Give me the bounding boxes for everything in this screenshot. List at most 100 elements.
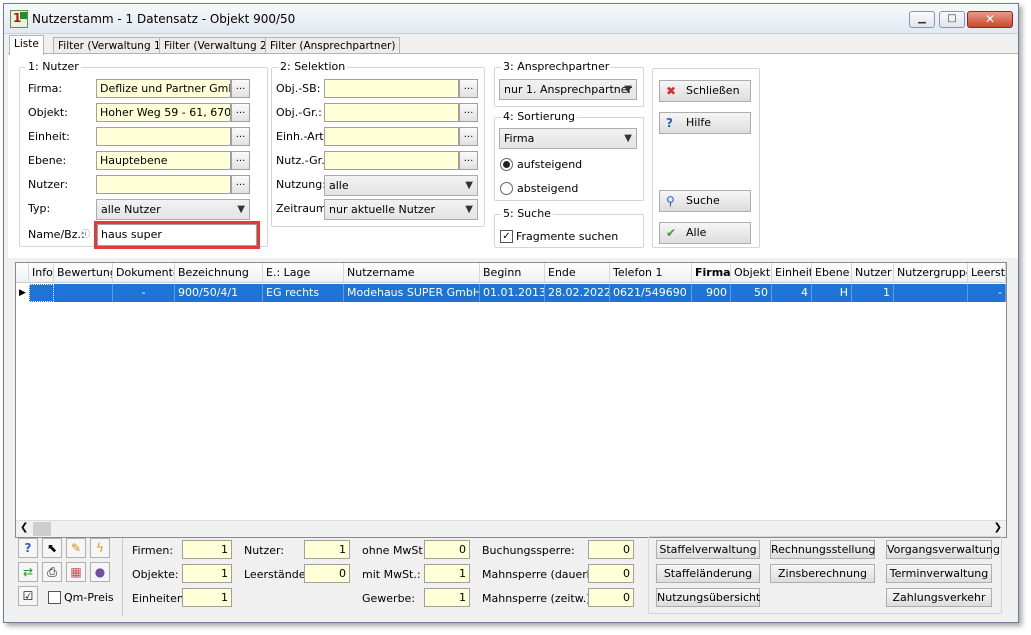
zeitraum-select[interactable]: nur aktuelle Nutzer ▼	[324, 199, 478, 220]
nutzungsuebersicht-button[interactable]: Nutzungsübersicht	[656, 588, 760, 607]
minimize-button[interactable]: ▁	[909, 11, 935, 28]
staffelverwaltung-button[interactable]: Staffelverwaltung	[656, 540, 760, 559]
column-header[interactable]: Nutzergruppe	[894, 263, 968, 283]
column-header[interactable]: Info	[29, 263, 54, 283]
nutzgr-browse-button[interactable]: ...	[459, 151, 478, 170]
column-header[interactable]: Bezeichnung	[175, 263, 263, 283]
typ-select[interactable]: alle Nutzer ▼	[96, 199, 250, 220]
cell-ende[interactable]: 28.02.2022	[545, 284, 610, 302]
ohne-mwst-label: ohne MwSt.:	[362, 544, 430, 557]
ebene-browse-button[interactable]: ...	[231, 151, 250, 170]
objsb-browse-button[interactable]: ...	[459, 79, 478, 98]
column-header[interactable]: Ende	[545, 263, 610, 283]
objgr-browse-button[interactable]: ...	[459, 103, 478, 122]
help-icon[interactable]: ?	[18, 538, 38, 558]
ansprechpartner-select[interactable]: nur 1. Ansprechpartner ▼	[499, 79, 637, 100]
aufsteigend-radio[interactable]	[500, 158, 513, 171]
nutzer-count-label: Nutzer:	[244, 544, 285, 557]
cell-objekt[interactable]: 50	[731, 284, 772, 302]
nutzer-field[interactable]	[96, 175, 231, 194]
cell-nutzer[interactable]: 1	[852, 284, 894, 302]
nutzgr-field[interactable]	[324, 151, 459, 170]
printer-icon[interactable]: ⎙	[42, 562, 62, 582]
tab-filter-ansprechpartner[interactable]: Filter (Ansprechpartner)	[265, 37, 401, 54]
objekt-browse-button[interactable]: ...	[231, 103, 250, 122]
schliessen-button[interactable]: ✖ Schließen	[659, 80, 751, 102]
column-header[interactable]: Einheit	[772, 263, 812, 283]
nutzer-browse-button[interactable]: ...	[231, 175, 250, 194]
einhart-label: Einh.-Art:	[276, 130, 328, 143]
checkbox-icon[interactable]: ☑	[18, 586, 38, 606]
column-header[interactable]: Leersta	[968, 263, 1006, 283]
einhart-browse-button[interactable]: ...	[459, 127, 478, 146]
chart-icon[interactable]: ▦	[66, 562, 86, 582]
cell-lage[interactable]: EG rechts	[263, 284, 344, 302]
cell-einheit[interactable]: 4	[772, 284, 812, 302]
einhart-field[interactable]	[324, 127, 459, 146]
cell-nutzername[interactable]: Modehaus SUPER GmbH	[344, 284, 480, 302]
cell-telefon[interactable]: 0621/549690	[610, 284, 692, 302]
suche-button[interactable]: ⚲ Suche	[659, 190, 751, 212]
table-row[interactable]: - 900/50/4/1 EG rechts Modehaus SUPER Gm…	[29, 284, 1006, 302]
column-header[interactable]: Nutzername	[344, 263, 480, 283]
column-header[interactable]: Dokumente	[113, 263, 175, 283]
qm-preis-checkbox[interactable]	[48, 591, 61, 604]
column-header[interactable]: Ebene	[812, 263, 852, 283]
suche-legend: 5: Suche	[501, 207, 553, 220]
firma-field[interactable]: Deflize und Partner GmbH	[96, 79, 231, 98]
firma-browse-button[interactable]: ...	[231, 79, 250, 98]
cell-info[interactable]	[29, 284, 54, 302]
column-header[interactable]: E.: Lage	[263, 263, 344, 283]
objekt-field[interactable]: Hoher Weg 59 - 61, 67059	[96, 103, 231, 122]
tab-filter-verwaltung-1[interactable]: Filter (Verwaltung 1)	[53, 37, 170, 54]
column-header[interactable]: Telefon 1	[610, 263, 692, 283]
sortierung-select[interactable]: Firma ▼	[499, 128, 637, 149]
refresh-arrows-icon[interactable]: ⇄	[18, 562, 38, 582]
column-header[interactable]: Beginn	[480, 263, 545, 283]
search-icon: ⚲	[666, 194, 675, 208]
nutzung-select[interactable]: alle ▼	[324, 175, 478, 196]
cell-bewertung[interactable]	[54, 284, 113, 302]
zinsberechnung-button[interactable]: Zinsberechnung	[770, 564, 875, 583]
objekt-label: Objekt:	[28, 106, 68, 119]
cell-nutzergruppe[interactable]	[894, 284, 968, 302]
staffelaenderung-button[interactable]: Staffeländerung	[656, 564, 760, 583]
cell-leerstand[interactable]: -	[968, 284, 1006, 302]
vorgangsverwaltung-button[interactable]: Vorgangsverwaltung	[886, 540, 1000, 559]
terminverwaltung-button[interactable]: Terminverwaltung	[886, 564, 992, 583]
cell-bezeichnung[interactable]: 900/50/4/1	[175, 284, 263, 302]
cell-firma[interactable]: 900	[692, 284, 731, 302]
info-icon: ⓘ	[81, 230, 91, 240]
lightning-icon[interactable]: ϟ	[90, 538, 110, 558]
objgr-field[interactable]	[324, 103, 459, 122]
absteigend-radio[interactable]	[500, 182, 513, 195]
ebene-field[interactable]: Hauptebene	[96, 151, 231, 170]
zahlungsverkehr-button[interactable]: Zahlungsverkehr	[886, 588, 992, 607]
cell-ebene[interactable]: H	[812, 284, 852, 302]
cell-dokumente[interactable]: -	[113, 284, 175, 302]
pencil-icon[interactable]: ✎	[66, 538, 86, 558]
firmen-label: Firmen:	[132, 544, 174, 557]
rechnungsstellung-button[interactable]: Rechnungsstellung	[770, 540, 875, 559]
hilfe-button[interactable]: ? Hilfe	[659, 112, 751, 134]
users-icon[interactable]: ●	[90, 562, 110, 582]
objsb-field[interactable]	[324, 79, 459, 98]
einheit-browse-button[interactable]: ...	[231, 127, 250, 146]
close-button[interactable]: ✕	[967, 11, 1013, 28]
tab-liste[interactable]: Liste	[9, 35, 44, 55]
schliessen-label: Schließen	[686, 84, 740, 97]
column-header[interactable]: Bewertung	[54, 263, 113, 283]
cell-beginn[interactable]: 01.01.2013	[480, 284, 545, 302]
cursor-icon[interactable]: ⬉	[42, 538, 62, 558]
mit-mwst-count: 1	[424, 564, 470, 583]
column-header[interactable]: Nutzer	[852, 263, 894, 283]
column-header-sorted[interactable]: Firma	[692, 263, 731, 283]
ebene-label: Ebene:	[28, 154, 67, 167]
maximize-button[interactable]: □	[939, 11, 965, 28]
alle-button[interactable]: ✔ Alle	[659, 222, 751, 244]
column-header[interactable]: Objekt	[731, 263, 772, 283]
tab-filter-verwaltung-2[interactable]: Filter (Verwaltung 2)	[159, 37, 276, 54]
objgr-label: Obj.-Gr.:	[276, 106, 322, 119]
einheit-field[interactable]	[96, 127, 231, 146]
fragmente-checkbox[interactable]: ✓	[500, 230, 513, 243]
